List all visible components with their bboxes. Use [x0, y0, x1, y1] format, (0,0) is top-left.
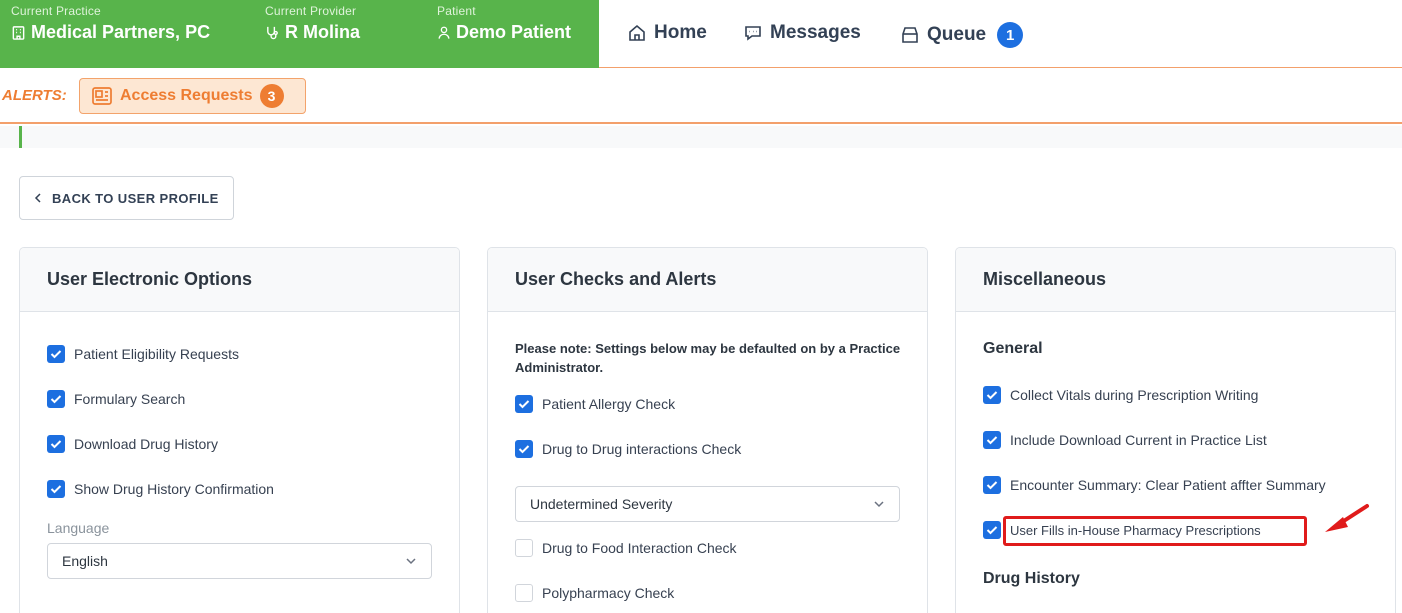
checkbox-checked-icon[interactable]	[983, 521, 1001, 539]
building-icon	[12, 26, 25, 40]
provider-caption: Current Provider	[265, 4, 357, 18]
miscellaneous-card: Miscellaneous General Collect Vitals dur…	[955, 247, 1396, 613]
chevron-left-icon	[34, 193, 41, 203]
nav-queue-label: Queue	[927, 24, 987, 45]
option-download-drug-history[interactable]: Download Drug History	[47, 435, 218, 453]
check-drug-to-drug[interactable]: Drug to Drug interactions Check	[515, 440, 741, 458]
nav-messages[interactable]: Messages	[743, 22, 861, 44]
misc-label: Include Download Current in Practice Lis…	[1010, 432, 1267, 448]
general-section-title: General	[983, 340, 1043, 357]
provider-context[interactable]: Current Provider R Molina	[265, 4, 360, 43]
checkbox-checked-icon[interactable]	[983, 476, 1001, 494]
misc-label: Collect Vitals during Prescription Writi…	[1010, 387, 1259, 403]
queue-count-badge: 1	[997, 22, 1024, 48]
check-drug-to-food[interactable]: Drug to Food Interaction Check	[515, 539, 737, 557]
home-icon	[629, 24, 645, 41]
back-to-user-profile-button[interactable]: BACK TO USER PROFILE	[19, 176, 234, 220]
practice-name: Medical Partners, PC	[31, 22, 211, 42]
access-requests-button[interactable]: Access Requests 3	[79, 78, 306, 114]
check-label: Patient Allergy Check	[542, 396, 676, 412]
option-label: Download Drug History	[74, 436, 218, 452]
check-patient-allergy[interactable]: Patient Allergy Check	[515, 395, 675, 413]
chevron-down-icon	[874, 501, 884, 508]
check-label: Drug to Drug interactions Check	[542, 441, 742, 457]
context-panel: Current Practice Medical Partners, PC Cu…	[0, 0, 599, 68]
checkbox-checked-icon[interactable]	[47, 480, 65, 498]
option-label: Formulary Search	[74, 391, 186, 407]
nav-home-label: Home	[654, 22, 707, 43]
checkbox-unchecked-icon[interactable]	[515, 584, 533, 602]
checkbox-checked-icon[interactable]	[47, 435, 65, 453]
checkbox-checked-icon[interactable]	[47, 390, 65, 408]
check-label: Drug to Food Interaction Check	[542, 540, 737, 556]
nav-home[interactable]: Home	[627, 22, 707, 44]
patient-name: Demo Patient	[456, 22, 572, 42]
admin-default-note: Please note: Settings below may be defau…	[515, 341, 901, 375]
nav-queue[interactable]: Queue 1	[900, 22, 1024, 48]
chevron-down-icon	[406, 558, 416, 565]
option-label: Show Drug History Confirmation	[74, 481, 274, 497]
top-bar: Current Practice Medical Partners, PC Cu…	[0, 0, 1402, 68]
checkbox-unchecked-icon[interactable]	[515, 539, 533, 557]
user-electronic-options-card: User Electronic Options Patient Eligibil…	[19, 247, 460, 613]
check-label: Polypharmacy Check	[542, 585, 675, 601]
practice-caption: Current Practice	[11, 4, 101, 18]
misc-encounter-summary[interactable]: Encounter Summary: Clear Patient affter …	[983, 476, 1326, 494]
misc-label: Encounter Summary: Clear Patient affter …	[1010, 477, 1326, 493]
checkbox-checked-icon[interactable]	[515, 440, 533, 458]
card-title: User Checks and Alerts	[488, 248, 927, 312]
provider-name: R Molina	[285, 22, 360, 42]
checkbox-checked-icon[interactable]	[515, 395, 533, 413]
drug-history-section-title: Drug History	[983, 570, 1080, 587]
practice-context[interactable]: Current Practice Medical Partners, PC	[11, 4, 210, 43]
notice-strip	[0, 126, 1402, 148]
checkbox-checked-icon[interactable]	[983, 386, 1001, 404]
card-title: Miscellaneous	[956, 248, 1395, 312]
stethoscope-icon	[267, 26, 278, 40]
alerts-label: ALERTS:	[2, 87, 67, 104]
misc-collect-vitals[interactable]: Collect Vitals during Prescription Writi…	[983, 386, 1258, 404]
person-icon	[438, 26, 450, 39]
notice-accent-bar	[19, 126, 22, 148]
language-value: English	[62, 553, 108, 569]
misc-include-download-current[interactable]: Include Download Current in Practice Lis…	[983, 431, 1267, 449]
queue-tray-icon	[902, 27, 918, 43]
highlight-box	[1003, 516, 1307, 546]
check-polypharmacy[interactable]: Polypharmacy Check	[515, 584, 674, 602]
access-requests-label: Access Requests	[120, 87, 253, 104]
severity-select[interactable]: Undetermined Severity	[515, 486, 900, 522]
user-checks-alerts-card: User Checks and Alerts Please note: Sett…	[487, 247, 928, 613]
severity-value: Undetermined Severity	[530, 496, 673, 512]
option-label: Patient Eligibility Requests	[74, 346, 239, 362]
patient-caption: Patient	[437, 4, 476, 18]
option-show-drug-history-confirmation[interactable]: Show Drug History Confirmation	[47, 480, 274, 498]
alerts-bar: ALERTS: Access Requests 3	[0, 69, 1402, 124]
card-title: User Electronic Options	[20, 248, 459, 312]
option-formulary-search[interactable]: Formulary Search	[47, 390, 185, 408]
message-icon	[745, 26, 761, 41]
checkbox-checked-icon[interactable]	[47, 345, 65, 363]
red-arrow-icon	[1325, 504, 1369, 532]
patient-context[interactable]: Patient Demo Patient	[437, 4, 571, 43]
checkbox-checked-icon[interactable]	[983, 431, 1001, 449]
document-icon	[92, 87, 112, 105]
language-select[interactable]: English	[47, 543, 432, 579]
back-button-label: BACK TO USER PROFILE	[52, 190, 219, 206]
nav-messages-label: Messages	[770, 22, 861, 43]
option-patient-eligibility[interactable]: Patient Eligibility Requests	[47, 345, 239, 363]
language-label: Language	[47, 520, 110, 536]
access-requests-badge: 3	[259, 84, 284, 108]
